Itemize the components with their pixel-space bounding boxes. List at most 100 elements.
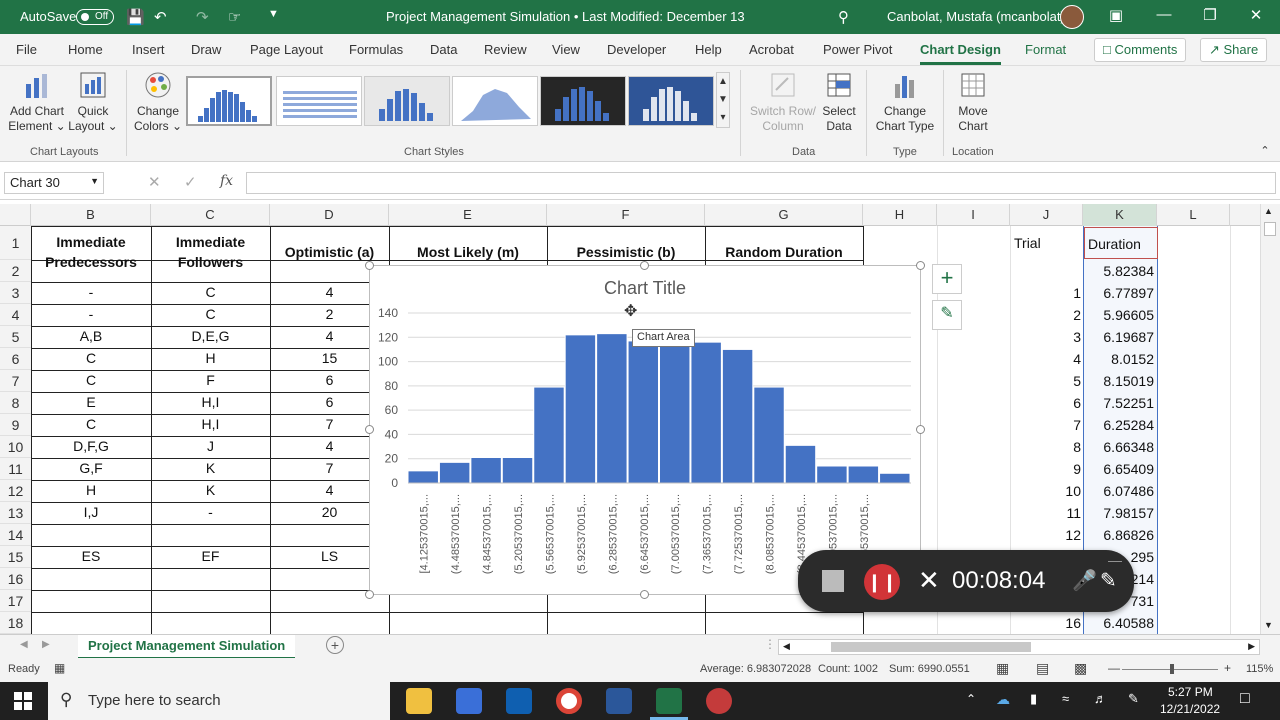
undo-icon[interactable]: ↶ [154,8,167,26]
microsoft-store-icon[interactable] [456,688,482,714]
zoom-level[interactable]: 115% [1246,663,1273,675]
zoom-in-icon[interactable]: + [1224,661,1231,675]
trial-cell[interactable]: 12 [1010,527,1081,543]
resize-handle[interactable] [365,590,374,599]
add-sheet-icon[interactable]: + [326,636,344,654]
follower-cell[interactable]: C [151,306,270,322]
volume-icon[interactable]: ♬ [1094,691,1107,706]
column-header-e[interactable]: E [389,204,547,226]
predecessor-cell[interactable]: G,F [31,460,151,476]
header-immediate-predecessors[interactable]: Immediate Predecessors [31,232,151,272]
tab-format[interactable]: Format [1025,42,1066,57]
duration-cell[interactable]: 6.86826 [1084,527,1154,543]
tab-data[interactable]: Data [430,42,457,57]
customize-qat-icon[interactable]: ▼ [268,8,279,20]
header-most-likely[interactable]: Most Likely (m) [389,242,547,262]
scroll-down-icon[interactable]: ▼ [1264,620,1273,630]
duration-cell[interactable]: 7.52251 [1084,395,1154,411]
name-box-dropdown-icon[interactable]: ▼ [90,176,99,186]
sheet-tab-project-management-simulation[interactable]: Project Management Simulation [78,635,296,659]
row-header-16[interactable]: 16 [0,568,31,590]
follower-cell[interactable]: H,I [151,394,270,410]
column-header-h[interactable]: H [863,204,937,226]
page-layout-view-icon[interactable]: ▤ [1036,660,1049,677]
status-sum[interactable]: Sum: 6990.0551 [889,663,970,675]
outlook-icon[interactable] [506,688,532,714]
trial-cell[interactable]: 4 [1010,351,1081,367]
duration-cell[interactable]: 6.40588 [1084,615,1154,631]
column-header-f[interactable]: F [547,204,705,226]
row-header-4[interactable]: 4 [0,304,31,326]
tab-help[interactable]: Help [695,42,722,57]
follower-cell[interactable]: F [151,372,270,388]
minimize-icon[interactable]: — [1154,6,1174,23]
trial-cell[interactable]: 2 [1010,307,1081,323]
chart-style-2[interactable] [276,76,362,126]
row-header-17[interactable]: 17 [0,590,31,612]
duration-cell[interactable]: 6.65409 [1084,461,1154,477]
notifications-icon[interactable]: □ [1240,690,1250,708]
scroll-up-icon[interactable]: ▲ [1264,206,1273,216]
chart-styles-button[interactable]: ✎ [932,300,962,330]
trial-cell[interactable]: 7 [1010,417,1081,433]
chart-style-6[interactable] [628,76,714,126]
taskbar-date[interactable]: 12/21/2022 [1160,702,1220,716]
trial-cell[interactable]: 5 [1010,373,1081,389]
duration-cell[interactable]: 6.77897 [1084,285,1154,301]
row-header-8[interactable]: 8 [0,392,31,414]
change-colors-button[interactable]: Change Colors ⌄ [132,70,184,134]
chart-style-3[interactable] [364,76,450,126]
header-pessimistic[interactable]: Pessimistic (b) [547,242,705,262]
chart-elements-button[interactable]: + [932,264,962,294]
duration-cell[interactable]: 8.0152 [1084,351,1154,367]
tab-draw[interactable]: Draw [191,42,221,57]
chart-title[interactable]: Chart Title [604,278,686,298]
comments-button[interactable]: □ Comments [1094,38,1187,62]
column-header-b[interactable]: B [31,204,151,226]
collapse-ribbon-icon[interactable]: ⌃ [1258,144,1272,159]
fx-icon[interactable]: fx [220,173,233,189]
predecessor-cell[interactable]: H [31,482,151,498]
resize-handle[interactable] [916,425,925,434]
share-button[interactable]: ↗ Share [1200,38,1268,62]
predecessor-cell[interactable]: C [31,350,151,366]
header-optimistic[interactable]: Optimistic (a) [270,242,389,262]
row-header-9[interactable]: 9 [0,414,31,436]
resize-handle[interactable] [640,261,649,270]
follower-cell[interactable]: D,E,G [151,328,270,344]
chart-style-1[interactable] [186,76,272,126]
row-header-12[interactable]: 12 [0,480,31,502]
scroll-right-icon[interactable]: ▶ [1248,641,1255,652]
switch-row-column-button[interactable]: Switch Row/ Column [748,70,818,134]
pen-icon[interactable]: ✎ [1100,568,1117,593]
word-icon[interactable] [606,688,632,714]
chart-style-5[interactable] [540,76,626,126]
row-header-3[interactable]: 3 [0,282,31,304]
trial-cell[interactable]: 16 [1010,615,1081,631]
predecessor-cell[interactable]: E [31,394,151,410]
redo-icon[interactable]: ↷ [196,8,209,26]
histogram-chart[interactable]: Chart Title 0 20 40 60 80 100 120 140 [4.12537001… [370,266,922,596]
excel-icon[interactable] [656,688,682,714]
tab-file[interactable]: File [16,42,37,57]
tab-home[interactable]: Home [68,42,103,57]
follower-cell[interactable]: J [151,438,270,454]
save-icon[interactable]: 💾 [126,8,145,26]
file-explorer-icon[interactable] [406,688,432,714]
select-data-button[interactable]: Select Data [818,70,860,134]
show-hidden-icons-icon[interactable]: ⌃ [966,692,976,706]
touch-mode-icon[interactable]: ☞ [228,8,241,26]
trial-cell[interactable]: 3 [1010,329,1081,345]
trial-cell[interactable]: 1 [1010,285,1081,301]
duration-cell[interactable]: 6.66348 [1084,439,1154,455]
status-average[interactable]: Average: 6.983072028 [700,663,811,675]
chrome-icon[interactable] [556,688,582,714]
predecessor-cell[interactable]: C [31,416,151,432]
zoom-out-icon[interactable]: — [1108,661,1120,675]
avatar[interactable] [1060,5,1084,29]
enter-icon[interactable]: ✓ [184,173,197,191]
change-chart-type-button[interactable]: Change Chart Type [874,70,936,134]
status-count[interactable]: Count: 1002 [818,663,878,675]
predecessor-cell[interactable]: I,J [31,504,151,520]
column-header-d[interactable]: D [270,204,389,226]
